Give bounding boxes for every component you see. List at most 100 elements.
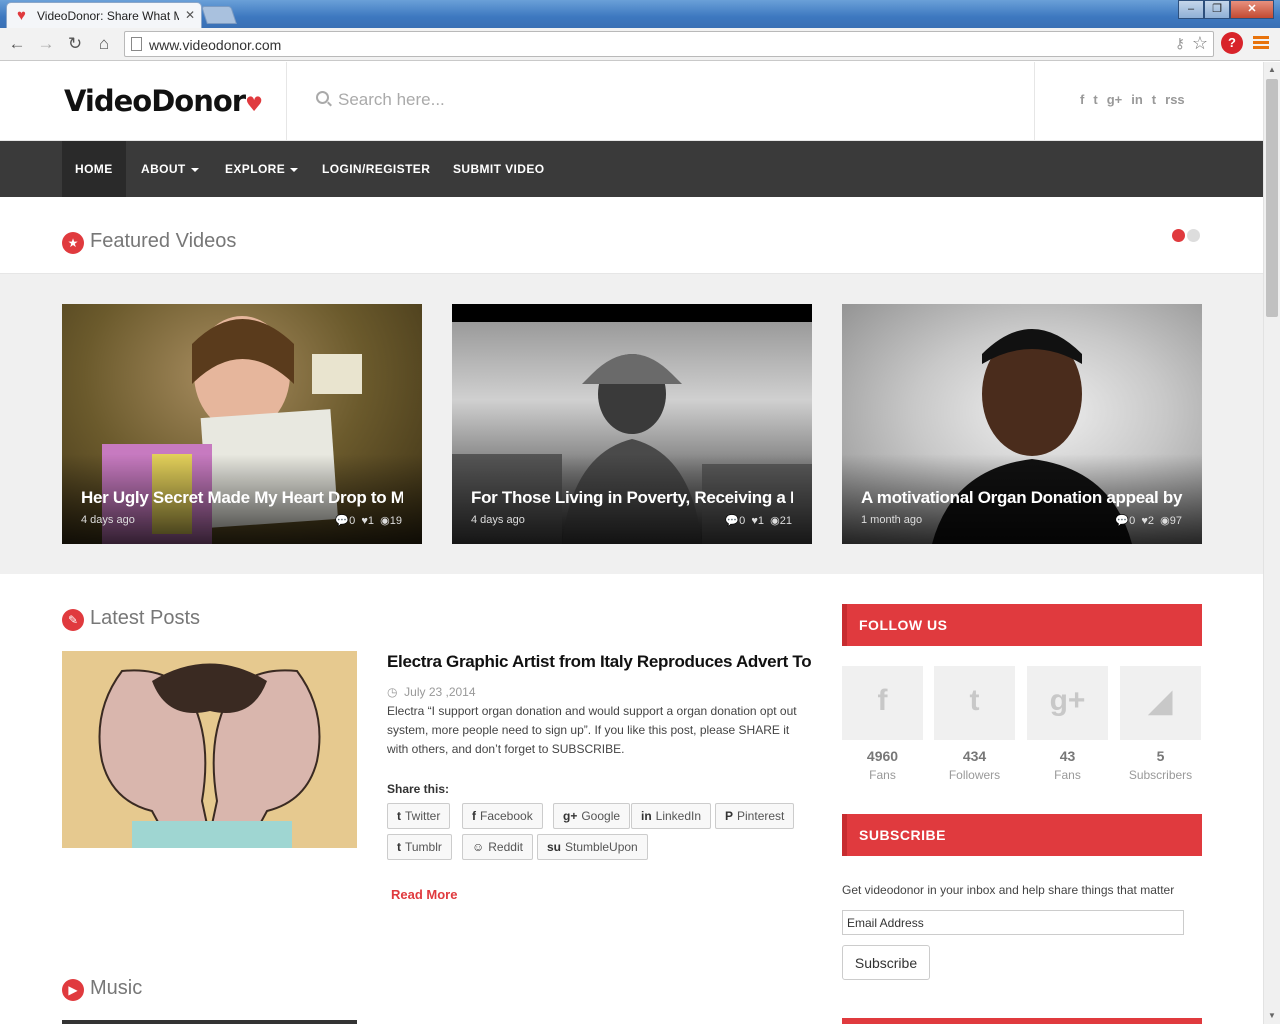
music-title: Music (90, 977, 143, 999)
search-icon (316, 91, 329, 104)
heart-icon: ♥ (1138, 515, 1148, 527)
favicon-heart-icon: ♥ (17, 7, 26, 24)
email-field[interactable] (842, 910, 1184, 935)
featured-videos: Her Ugly Secret Made My Heart Drop to M … (0, 273, 1263, 574)
scroll-down-arrow-icon[interactable]: ▼ (1264, 1008, 1280, 1024)
share-reddit-button[interactable]: ☺ Reddit (462, 834, 533, 860)
rss-icon: ◢ (1148, 685, 1173, 718)
nav-explore-label: EXPLORE (225, 162, 286, 176)
key-icon[interactable]: ⚷ (1175, 35, 1185, 52)
google-plus-icon: g+ (1049, 684, 1086, 717)
post-date: ◷ July 23 ,2014 (387, 685, 476, 699)
share-google-button[interactable]: g+ Google (553, 803, 631, 829)
nav-explore[interactable]: EXPLORE (225, 141, 299, 197)
forward-arrow-icon[interactable]: → (35, 33, 57, 55)
star-icon: ★ (62, 232, 84, 254)
video-stats: 💬0 ♥1 ◉19 (335, 514, 402, 527)
window-controls: ‒ ❐ ✕ (1178, 0, 1274, 20)
video-title[interactable]: Her Ugly Secret Made My Heart Drop to M (81, 488, 403, 508)
subscribe-button[interactable]: Subscribe (842, 945, 930, 980)
url-text[interactable]: www.videodonor.com (149, 37, 281, 53)
slider-dot[interactable] (1172, 229, 1185, 242)
nav-home[interactable]: HOME (62, 141, 126, 197)
follow-twitter[interactable]: t (934, 666, 1015, 740)
post-image[interactable] (62, 651, 357, 848)
tumblr-icon: t (397, 840, 401, 854)
site-logo[interactable]: VideoDonor♥ (64, 84, 263, 118)
nav-submit-video[interactable]: SUBMIT VIDEO (453, 141, 544, 197)
video-date: 4 days ago (81, 514, 135, 526)
reload-icon[interactable]: ↻ (64, 33, 86, 55)
twitter-icon: t (397, 809, 401, 823)
share-twitter-button[interactable]: t Twitter (387, 803, 451, 829)
chevron-down-icon (190, 167, 199, 172)
video-title[interactable]: For Those Living in Poverty, Receiving a… (471, 488, 793, 508)
share-tumblr-button[interactable]: t Tumblr (387, 834, 452, 860)
video-title[interactable]: A motivational Organ Donation appeal by … (861, 488, 1183, 508)
tab-close-icon[interactable]: ✕ (185, 8, 195, 22)
slider-dot[interactable] (1187, 229, 1200, 242)
new-tab-button[interactable] (201, 6, 237, 24)
subscribe-text: Get videodonor in your inbox and help sh… (842, 883, 1175, 897)
twitter-icon[interactable]: t (1093, 92, 1097, 107)
read-more-link[interactable]: Read More (391, 887, 457, 902)
home-icon[interactable]: ⌂ (93, 33, 115, 55)
share-stumbleupon-button[interactable]: su StumbleUpon (537, 834, 648, 860)
follow-unit: Followers (948, 768, 1001, 782)
view-count: 19 (389, 515, 402, 527)
eye-icon: ◉ (1157, 515, 1170, 527)
page-icon (131, 37, 142, 51)
extension-icon[interactable]: ? (1221, 32, 1243, 54)
address-bar[interactable]: www.videodonor.com ⚷ ☆ (124, 31, 1214, 57)
follow-unit: Fans (869, 768, 896, 782)
nav-login-register[interactable]: LOGIN/REGISTER (322, 141, 430, 197)
minimize-button[interactable]: ‒ (1178, 0, 1204, 19)
nav-about[interactable]: ABOUT (141, 141, 199, 197)
facebook-icon[interactable]: f (1080, 92, 1084, 107)
page-scrollbar[interactable]: ▲ ▼ (1263, 62, 1280, 1024)
post-title[interactable]: Electra Graphic Artist from Italy Reprod… (387, 652, 812, 672)
share-linkedin-button[interactable]: in LinkedIn (631, 803, 712, 829)
browser-titlebar: ♥ VideoDonor: Share What M ✕ ‒ ❐ ✕ (0, 0, 1280, 28)
slider-dots (1172, 229, 1200, 242)
share-button-label: Google (581, 809, 621, 823)
browser-tab[interactable]: ♥ VideoDonor: Share What M ✕ (6, 2, 202, 28)
tumblr-icon[interactable]: t (1152, 92, 1156, 107)
follow-unit: Fans (1054, 768, 1081, 782)
featured-card[interactable]: For Those Living in Poverty, Receiving a… (452, 304, 812, 544)
google-plus-icon[interactable]: g+ (1107, 92, 1123, 107)
eye-icon: ◉ (767, 515, 780, 527)
facebook-icon: f (877, 684, 888, 717)
music-item-top (62, 1020, 357, 1024)
stumbleupon-icon: su (547, 840, 562, 854)
comment-count: 0 (1129, 515, 1136, 527)
like-count: 1 (757, 515, 765, 527)
view-count: 21 (779, 515, 792, 527)
follow-count: 434 (962, 748, 987, 764)
nav-about-label: ABOUT (141, 162, 186, 176)
browser-menu-icon[interactable] (1253, 36, 1269, 51)
scroll-up-arrow-icon[interactable]: ▲ (1264, 62, 1280, 78)
linkedin-icon: in (641, 809, 652, 823)
search-box[interactable] (316, 88, 1016, 114)
share-facebook-button[interactable]: f Facebook (462, 803, 543, 829)
follow-count: 43 (1059, 748, 1076, 764)
featured-card[interactable]: Her Ugly Secret Made My Heart Drop to M … (62, 304, 422, 544)
follow-google-plus[interactable]: g+ (1027, 666, 1108, 740)
rss-icon[interactable]: rss (1165, 92, 1185, 107)
follow-rss[interactable]: ◢ (1120, 666, 1201, 740)
comments-icon: 💬 (335, 515, 350, 527)
follow-facebook[interactable]: f (842, 666, 923, 740)
maximize-button[interactable]: ❐ (1204, 0, 1230, 19)
back-arrow-icon[interactable]: ← (6, 33, 28, 55)
featured-videos-title: Featured Videos (90, 230, 237, 252)
follow-unit: Subscribers (1128, 768, 1193, 782)
linkedin-icon[interactable]: in (1131, 92, 1143, 107)
search-input[interactable] (338, 88, 998, 112)
featured-card[interactable]: A motivational Organ Donation appeal by … (842, 304, 1202, 544)
share-pinterest-button[interactable]: P Pinterest (715, 803, 795, 829)
close-window-button[interactable]: ✕ (1230, 0, 1274, 19)
comments-icon: 💬 (1115, 515, 1130, 527)
scrollbar-thumb[interactable] (1266, 79, 1278, 317)
bookmark-star-icon[interactable]: ☆ (1192, 33, 1208, 54)
